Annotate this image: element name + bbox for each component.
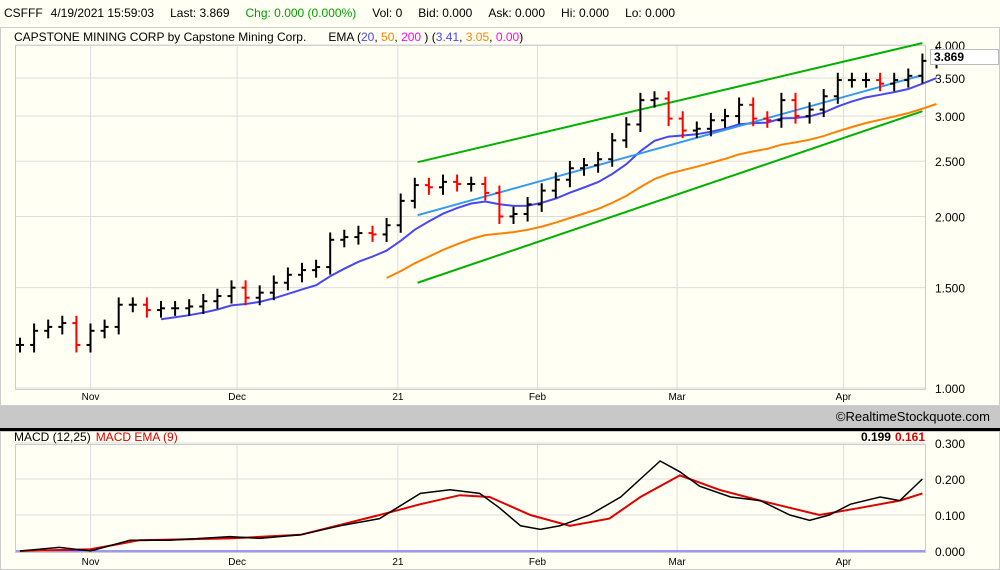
x-tick-label: Dec [228, 557, 246, 568]
x-tick-label: Dec [228, 392, 246, 403]
y-tick-label: 2.500 [935, 155, 965, 169]
footer-strip: ©RealtimeStockquote.com [0, 406, 1000, 431]
x-tick-label: Mar [668, 392, 686, 403]
x-tick-label: Apr [836, 392, 852, 403]
x-tick-label: 21 [392, 392, 404, 403]
copyright: ©RealtimeStockquote.com [835, 409, 990, 424]
y-tick-label: 1.500 [935, 282, 965, 296]
price-chart: Nov Nov Dec Dec 21 21 Feb Feb Mar Mar Apr Apr 1.000 1… [0, 27, 1000, 570]
x-tick-label: Feb [529, 557, 547, 568]
chart-legend: CAPSTONE MINING CORP by Capstone Mining … [14, 30, 523, 44]
last-price-label: 3.869 [934, 50, 964, 64]
y-tick-label: 0.300 [935, 437, 965, 451]
x-tick-label: Mar [668, 557, 686, 568]
y-tick-label: 3.000 [935, 110, 965, 124]
y-tick-label: 3.500 [935, 72, 965, 86]
x-tick-label: Apr [836, 557, 852, 568]
x-tick-label: Feb [529, 392, 547, 403]
y-tick-label: 0.000 [935, 545, 965, 559]
y-tick-label: 2.000 [935, 210, 965, 224]
x-tick-label: Nov [82, 392, 100, 403]
x-tick-label: Nov [82, 557, 100, 568]
y-tick-label: 0.100 [935, 509, 965, 523]
y-tick-label: 1.000 [935, 382, 965, 396]
macd-legend: MACD (12,25) MACD EMA (9) [14, 430, 178, 444]
x-tick-label: 21 [392, 557, 404, 568]
y-tick-label: 0.200 [935, 473, 965, 487]
